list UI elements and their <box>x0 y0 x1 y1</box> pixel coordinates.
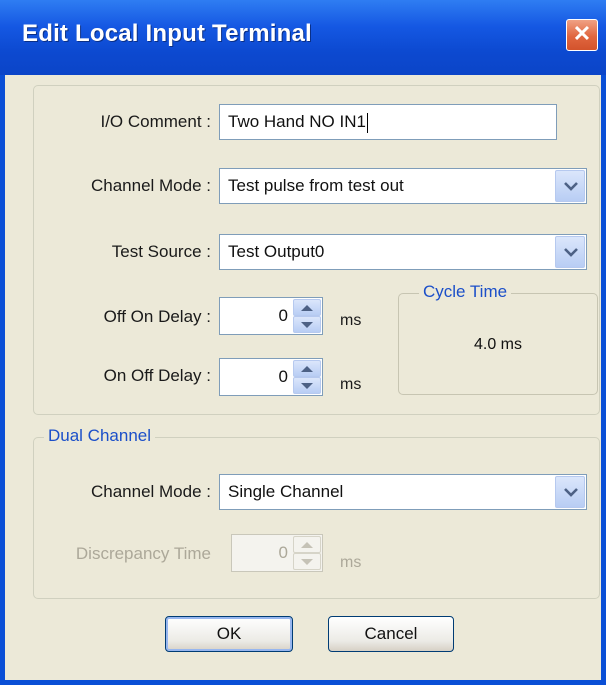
dialog-title: Edit Local Input Terminal <box>22 20 312 47</box>
decrement-button[interactable] <box>293 377 321 394</box>
dropdown-button[interactable] <box>555 476 585 508</box>
chevron-down-icon <box>564 248 578 257</box>
dropdown-button[interactable] <box>555 236 585 268</box>
channel-mode-label: Channel Mode : <box>90 176 211 195</box>
dual-channel-group: Dual Channel Channel Mode : Single Chann… <box>33 426 600 599</box>
on-off-delay-label: On Off Delay : <box>103 366 211 385</box>
channel-mode-value: Test pulse from test out <box>228 176 404 195</box>
cancel-button[interactable]: Cancel <box>328 616 454 652</box>
discrepancy-time-unit: ms <box>340 554 362 571</box>
arrow-down-icon <box>301 559 313 565</box>
chevron-down-icon <box>564 182 578 191</box>
title-bar[interactable]: Edit Local Input Terminal ✕ <box>0 0 606 75</box>
cycle-time-group: Cycle Time 4.0 ms <box>398 282 598 395</box>
io-comment-value: Two Hand NO IN1 <box>228 112 366 131</box>
decrement-button[interactable] <box>293 316 321 333</box>
io-comment-input[interactable]: Two Hand NO IN1 <box>219 104 557 140</box>
dual-channel-mode-select[interactable]: Single Channel <box>219 474 587 510</box>
test-source-label: Test Source : <box>111 242 211 261</box>
decrement-button[interactable] <box>293 553 321 570</box>
arrow-down-icon <box>301 383 313 389</box>
dual-channel-mode-label: Channel Mode : <box>90 482 211 501</box>
test-source-value: Test Output0 <box>228 242 325 261</box>
text-caret <box>366 112 368 133</box>
close-icon: ✕ <box>572 21 592 46</box>
arrow-up-icon <box>301 305 313 311</box>
on-off-delay-value: 0 <box>278 367 288 386</box>
arrow-up-icon <box>301 542 313 548</box>
dialog-body: I/O Comment : Two Hand NO IN1 Channel Mo… <box>5 75 601 680</box>
chevron-down-icon <box>564 488 578 497</box>
off-on-delay-label: Off On Delay : <box>103 307 211 326</box>
arrow-down-icon <box>301 322 313 328</box>
on-off-delay-unit: ms <box>340 376 362 393</box>
dropdown-button[interactable] <box>555 170 585 202</box>
cycle-time-legend: Cycle Time <box>419 282 512 302</box>
on-off-delay-stepper[interactable]: 0 <box>219 358 323 396</box>
increment-button[interactable] <box>293 299 321 316</box>
off-on-delay-unit: ms <box>340 312 362 329</box>
discrepancy-time-value: 0 <box>278 543 288 562</box>
off-on-delay-value: 0 <box>278 306 288 325</box>
dual-channel-mode-value: Single Channel <box>228 482 344 501</box>
discrepancy-time-stepper[interactable]: 0 <box>231 534 323 572</box>
arrow-up-icon <box>301 366 313 372</box>
close-button[interactable]: ✕ <box>566 19 598 51</box>
ok-button[interactable]: OK <box>165 616 293 652</box>
discrepancy-time-label: Discrepancy Time <box>75 544 211 563</box>
increment-button[interactable] <box>293 360 321 377</box>
io-comment-label: I/O Comment : <box>100 112 211 131</box>
dialog-window: Edit Local Input Terminal ✕ I/O Comment … <box>0 0 606 685</box>
channel-mode-select[interactable]: Test pulse from test out <box>219 168 587 204</box>
off-on-delay-stepper[interactable]: 0 <box>219 297 323 335</box>
increment-button[interactable] <box>293 536 321 553</box>
dual-channel-legend: Dual Channel <box>44 426 156 446</box>
cycle-time-value: 4.0 ms <box>473 336 522 353</box>
test-source-select[interactable]: Test Output0 <box>219 234 587 270</box>
